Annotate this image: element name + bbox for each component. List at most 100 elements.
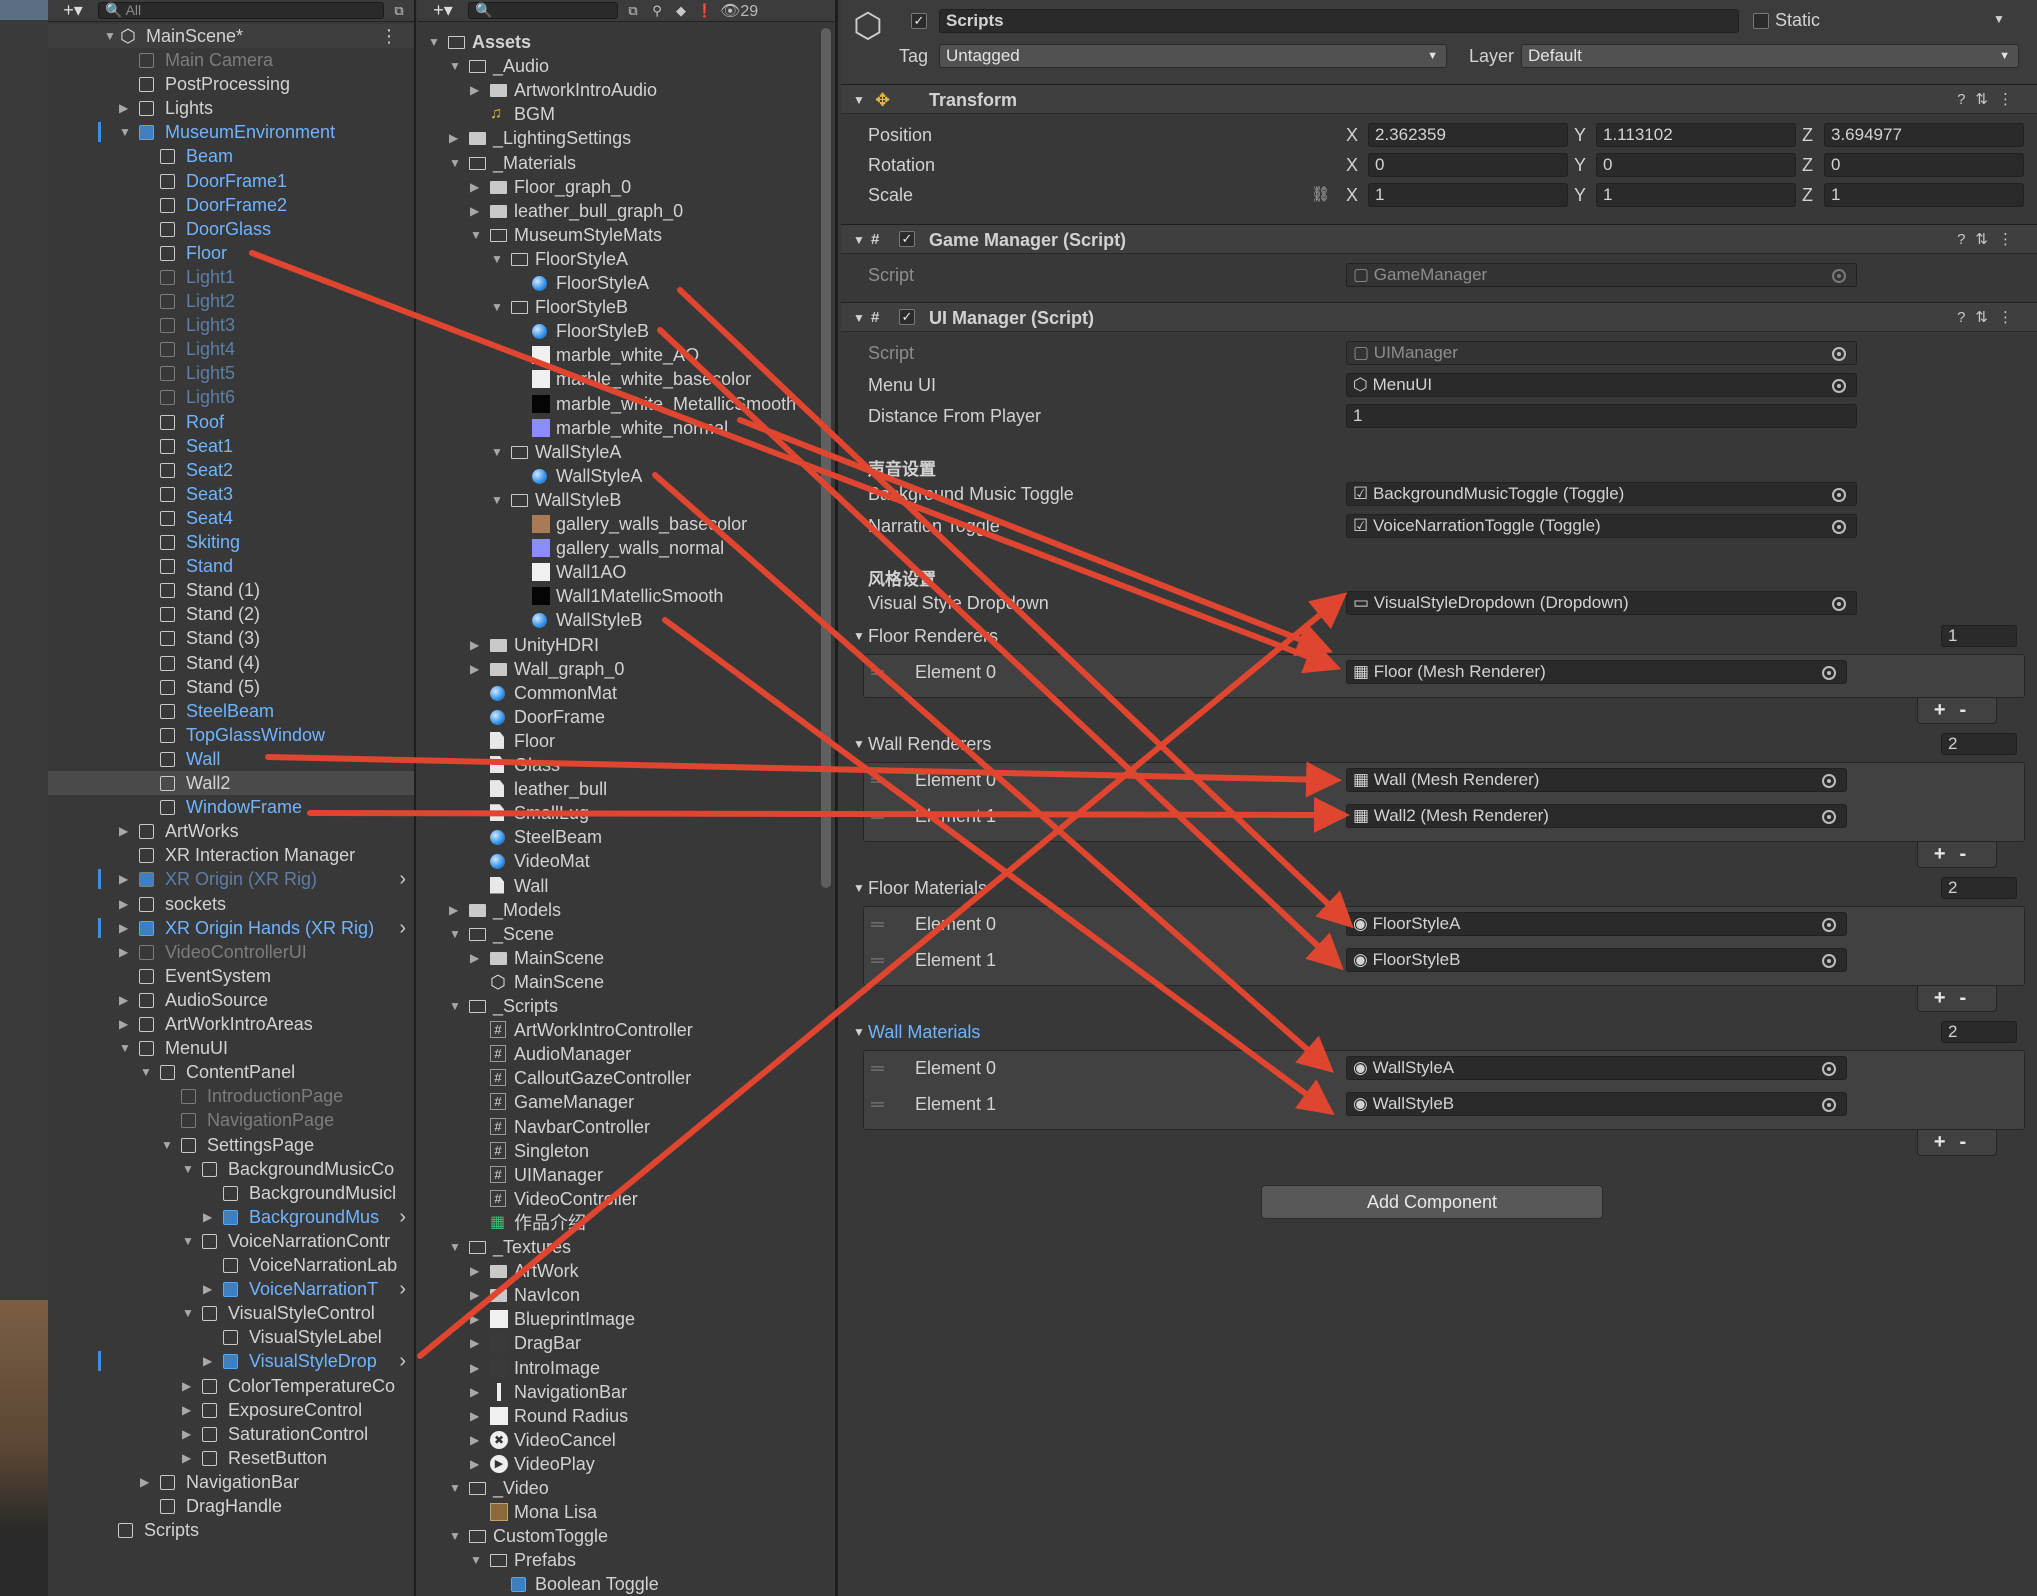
collapsed-arrow-icon[interactable]: ▶ <box>470 946 482 970</box>
label-icon[interactable]: ◆ <box>672 3 690 19</box>
project-item[interactable]: marble_white_basecolor <box>418 367 835 391</box>
constrain-proportions-icon[interactable]: ⛓ <box>1311 181 1330 209</box>
hierarchy-item[interactable]: ▶ VoiceNarrationT › <box>48 1277 414 1301</box>
project-item[interactable]: ▶ ArtWork <box>418 1259 835 1283</box>
wall-materials-element-field[interactable]: ◉ WallStyleB <box>1346 1092 1847 1116</box>
project-item[interactable]: ▼ MuseumStyleMats <box>418 223 835 247</box>
filter-icon[interactable]: ⚲ <box>648 3 666 19</box>
collapsed-arrow-icon[interactable]: ▶ <box>470 1356 482 1380</box>
wall-materials-header[interactable]: ▼ Wall Materials 2 <box>841 1018 2037 1046</box>
project-item[interactable]: ▼ Assets <box>418 30 835 54</box>
hierarchy-item[interactable]: VoiceNarrationLab <box>48 1253 414 1277</box>
static-dropdown-icon[interactable]: ▼ <box>1993 12 2005 26</box>
hierarchy-item[interactable]: ▼ VisualStyleControl <box>48 1301 414 1325</box>
hierarchy-item[interactable]: ▶ XR Origin Hands (XR Rig) › <box>48 916 414 940</box>
project-item[interactable]: leather_bull <box>418 777 835 801</box>
collapsed-arrow-icon[interactable]: ▶ <box>470 1307 482 1331</box>
transform-header[interactable]: ▼ ✥ Transform ?⇅⋮ <box>841 84 2037 114</box>
collapsed-arrow-icon[interactable]: ▶ <box>449 126 461 150</box>
collapsed-arrow-icon[interactable]: ▶ <box>119 819 131 843</box>
project-item[interactable]: # AudioManager <box>418 1042 835 1066</box>
collapsed-arrow-icon[interactable]: ▶ <box>470 1380 482 1404</box>
hierarchy-item[interactable]: ▶ AudioSource <box>48 988 414 1012</box>
drag-handle-icon[interactable]: ═ <box>871 946 884 974</box>
collapsed-arrow-icon[interactable]: ▶ <box>470 1428 482 1452</box>
collapsed-arrow-icon[interactable]: ▶ <box>470 175 482 199</box>
project-item[interactable]: ▼ _Scene <box>418 922 835 946</box>
scale-x-field[interactable]: 1 <box>1368 183 1568 207</box>
active-checkbox[interactable]: ✓ <box>911 13 927 29</box>
project-item[interactable]: ♫ BGM <box>418 102 835 126</box>
project-item[interactable]: ▶ ✖ VideoCancel <box>418 1428 835 1452</box>
position-x-field[interactable]: 2.362359 <box>1368 123 1568 147</box>
scale-z-field[interactable]: 1 <box>1824 183 2024 207</box>
narration-toggle-field[interactable]: ☑ VoiceNarrationToggle (Toggle) <box>1346 514 1857 538</box>
add-remove-element-buttons[interactable]: +- <box>1917 842 1997 868</box>
project-item[interactable]: Mona Lisa <box>418 1500 835 1524</box>
project-search-input[interactable]: 🔍 <box>468 2 618 19</box>
scale-y-field[interactable]: 1 <box>1596 183 1796 207</box>
expanded-arrow-icon[interactable]: ▼ <box>119 120 131 144</box>
hierarchy-item[interactable]: WindowFrame <box>48 795 414 819</box>
project-item[interactable]: ▼ Prefabs <box>418 1548 835 1572</box>
project-item[interactable]: Glass <box>418 753 835 777</box>
expanded-arrow-icon[interactable]: ▼ <box>140 1060 152 1084</box>
expanded-arrow-icon[interactable]: ▼ <box>449 994 461 1018</box>
hierarchy-item[interactable]: ▼ ContentPanel <box>48 1060 414 1084</box>
wall-renderers-element-field[interactable]: ▦ Wall2 (Mesh Renderer) <box>1346 804 1847 828</box>
project-item[interactable]: ▶ MainScene <box>418 946 835 970</box>
add-component-button[interactable]: Add Component <box>1261 1185 1603 1219</box>
foldout-arrow-icon[interactable]: ▼ <box>853 874 865 902</box>
ui-manager-enabled-checkbox[interactable]: ✓ <box>899 309 915 325</box>
hierarchy-item[interactable]: Seat3 <box>48 482 414 506</box>
foldout-arrow-icon[interactable]: ▼ <box>853 730 865 758</box>
object-picker-icon[interactable] <box>1832 379 1846 393</box>
hierarchy-item[interactable]: Seat2 <box>48 458 414 482</box>
project-item[interactable]: ▼ WallStyleB <box>418 488 835 512</box>
visible-count[interactable]: 👁29 <box>720 1 758 21</box>
expanded-arrow-icon[interactable]: ▼ <box>470 1548 482 1572</box>
project-item[interactable]: # VideoController <box>418 1187 835 1211</box>
project-item[interactable]: ▶ NavIcon <box>418 1283 835 1307</box>
hierarchy-item[interactable]: ▶ SaturationControl <box>48 1422 414 1446</box>
static-checkbox[interactable] <box>1753 13 1769 29</box>
open-prefab-icon[interactable]: › <box>399 1205 406 1229</box>
hierarchy-item[interactable]: ▼ MuseumEnvironment <box>48 120 414 144</box>
wall-materials-element-field[interactable]: ◉ WallStyleA <box>1346 1056 1847 1080</box>
hierarchy-item[interactable]: Light5 <box>48 361 414 385</box>
hierarchy-item[interactable]: EventSystem <box>48 964 414 988</box>
hierarchy-item[interactable]: Wall <box>48 747 414 771</box>
project-item[interactable]: DoorFrame <box>418 705 835 729</box>
create-button[interactable]: +▾ <box>54 0 92 21</box>
hierarchy-item[interactable]: Light4 <box>48 337 414 361</box>
hierarchy-item[interactable]: ▶ ExposureControl <box>48 1398 414 1422</box>
expanded-arrow-icon[interactable]: ▼ <box>428 30 440 54</box>
scene-view-strip[interactable] <box>0 0 48 1596</box>
project-item[interactable]: ▶ DragBar <box>418 1331 835 1355</box>
floor-renderers-size-field[interactable]: 1 <box>1941 625 2017 647</box>
project-item[interactable]: marble_white_normal <box>418 416 835 440</box>
menu-ui-field[interactable]: ⬡ MenuUI <box>1346 373 1857 397</box>
wall-renderers-header[interactable]: ▼ Wall Renderers 2 <box>841 730 2037 758</box>
axis-z-label[interactable]: Z <box>1802 151 1813 179</box>
hierarchy-item[interactable]: ▶ sockets <box>48 892 414 916</box>
hierarchy-item[interactable]: Wall2 <box>48 771 414 795</box>
object-picker-icon[interactable] <box>1822 1062 1836 1076</box>
project-item[interactable]: # GameManager <box>418 1090 835 1114</box>
collapse-arrow-icon[interactable]: ▼ <box>104 24 116 48</box>
project-item[interactable]: ▼ WallStyleA <box>418 440 835 464</box>
expanded-arrow-icon[interactable]: ▼ <box>161 1133 173 1157</box>
project-item[interactable]: ▶ Floor_graph_0 <box>418 175 835 199</box>
expanded-arrow-icon[interactable]: ▼ <box>449 922 461 946</box>
project-item[interactable]: ▶ ArtworkIntroAudio <box>418 78 835 102</box>
object-picker-icon[interactable] <box>1832 488 1846 502</box>
gameobject-cube-icon[interactable]: ⬡ <box>853 8 889 44</box>
collapsed-arrow-icon[interactable]: ▶ <box>470 1452 482 1476</box>
collapsed-arrow-icon[interactable]: ▶ <box>182 1446 194 1470</box>
expanded-arrow-icon[interactable]: ▼ <box>449 54 461 78</box>
project-item[interactable]: CommonMat <box>418 681 835 705</box>
expanded-arrow-icon[interactable]: ▼ <box>449 1524 461 1548</box>
project-item[interactable]: # CalloutGazeController <box>418 1066 835 1090</box>
hierarchy-item[interactable]: NavigationPage <box>48 1108 414 1132</box>
project-item[interactable]: # NavbarController <box>418 1115 835 1139</box>
